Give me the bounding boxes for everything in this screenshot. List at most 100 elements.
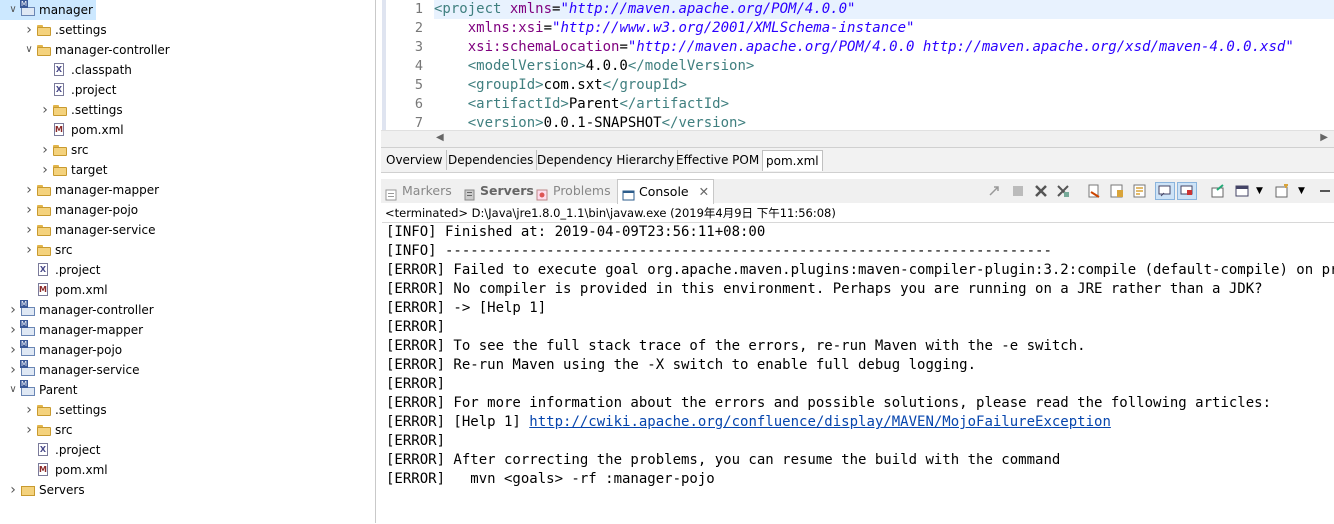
console-line-text: [INFO] Finished at: 2019-04-09T23:56:11+… bbox=[386, 224, 766, 240]
clear-console-icon[interactable] bbox=[1087, 184, 1101, 198]
code-line[interactable]: <groupId>com.sxt</groupId> bbox=[434, 76, 687, 95]
expanded-arrow-icon[interactable]: ∨ bbox=[6, 0, 20, 20]
show-console-stderr-icon[interactable] bbox=[1177, 182, 1197, 200]
expanded-arrow-icon[interactable]: ∨ bbox=[22, 40, 36, 60]
collapsed-arrow-icon[interactable]: › bbox=[22, 240, 36, 260]
tree-item[interactable]: › .settings bbox=[22, 20, 106, 40]
code-token: xmlns:xsi bbox=[434, 20, 544, 36]
collapsed-arrow-icon[interactable]: › bbox=[22, 420, 36, 440]
tree-item[interactable]: .classpath bbox=[38, 60, 132, 80]
tree-item[interactable]: › manager-service bbox=[22, 220, 155, 240]
new-console-view-icon[interactable] bbox=[1275, 183, 1289, 198]
pom-editor[interactable]: 1234567 <project xmlns="http://maven.apa… bbox=[381, 0, 1334, 147]
tree-item[interactable]: .project bbox=[22, 440, 100, 460]
code-token: Parent bbox=[568, 96, 620, 112]
code-line[interactable]: <modelVersion>4.0.0</modelVersion> bbox=[434, 57, 755, 76]
remove-launch-icon[interactable] bbox=[1034, 184, 1048, 198]
tree-item[interactable]: › manager-controller bbox=[6, 300, 154, 320]
collapsed-arrow-icon[interactable]: › bbox=[38, 140, 52, 160]
help-link[interactable]: http://cwiki.apache.org/confluence/displ… bbox=[529, 414, 1111, 430]
collapsed-arrow-icon[interactable]: › bbox=[38, 160, 52, 180]
folder-icon bbox=[36, 240, 52, 260]
code-line[interactable]: <artifactId>Parent</artifactId> bbox=[434, 95, 729, 114]
tree-item[interactable]: › src bbox=[22, 420, 72, 440]
collapsed-arrow-icon[interactable]: › bbox=[6, 300, 20, 320]
tree-item[interactable]: › src bbox=[38, 140, 88, 160]
display-selected-console-icon[interactable] bbox=[1235, 184, 1249, 198]
word-wrap-icon[interactable] bbox=[1133, 184, 1147, 198]
tree-item[interactable]: › target bbox=[38, 160, 107, 180]
tree-item[interactable]: › manager-pojo bbox=[6, 340, 122, 360]
collapsed-arrow-icon[interactable]: › bbox=[22, 200, 36, 220]
tab-console[interactable]: Console ✕ bbox=[617, 179, 715, 204]
code-token: xsi:schemaLocation bbox=[434, 39, 620, 55]
collapsed-arrow-icon[interactable]: › bbox=[6, 340, 20, 360]
remove-all-terminated-icon[interactable] bbox=[1056, 184, 1070, 198]
console-output[interactable]: [INFO] Finished at: 2019-04-09T23:56:11+… bbox=[382, 222, 1334, 524]
terminate-icon[interactable] bbox=[1011, 184, 1025, 198]
tree-item-label: manager-pojo bbox=[55, 203, 139, 217]
tree-item[interactable]: .project bbox=[38, 80, 116, 100]
tree-item[interactable]: › Servers bbox=[6, 480, 84, 500]
tab-dependencies[interactable]: Dependencies bbox=[445, 150, 538, 170]
code-line[interactable]: <version>0.0.1-SNAPSHOT</version> bbox=[434, 114, 746, 130]
collapsed-arrow-icon[interactable]: › bbox=[22, 400, 36, 420]
tree-item[interactable]: › manager-pojo bbox=[22, 200, 138, 220]
tab-overview[interactable]: Overview bbox=[383, 150, 447, 170]
tab-problems[interactable]: Problems bbox=[536, 179, 611, 203]
console-line-text: [ERROR] bbox=[386, 376, 446, 392]
show-console-stdout-icon[interactable] bbox=[1155, 182, 1175, 200]
tree-item[interactable]: ∨ manager-controller bbox=[22, 40, 169, 60]
scroll-right-icon[interactable]: ▶ bbox=[1320, 132, 1328, 143]
expanded-arrow-icon[interactable]: ∨ bbox=[6, 380, 20, 400]
code-token: </artifactId> bbox=[619, 96, 730, 112]
collapsed-arrow-icon[interactable]: › bbox=[22, 20, 36, 40]
tab-effective-pom[interactable]: Effective POM bbox=[673, 150, 764, 170]
collapsed-arrow-icon[interactable]: › bbox=[6, 320, 20, 340]
tree-item[interactable]: › manager-service bbox=[6, 360, 139, 380]
tree-item-label: .classpath bbox=[71, 63, 132, 77]
tree-item[interactable]: ∨ manager bbox=[0, 0, 96, 20]
tree-item[interactable]: › manager-mapper bbox=[22, 180, 159, 200]
code-line[interactable]: xmlns:xsi="http://www.w3.org/2001/XMLSch… bbox=[434, 19, 915, 38]
dropdown-arrow-icon[interactable]: ▼ bbox=[1256, 184, 1270, 198]
collapsed-arrow-icon[interactable]: › bbox=[38, 100, 52, 120]
horizontal-scrollbar[interactable]: ◀ ▶ bbox=[381, 130, 1334, 147]
collapsed-arrow-icon[interactable]: › bbox=[22, 180, 36, 200]
console-line: [ERROR] To see the full stack trace of t… bbox=[386, 337, 1086, 356]
tree-item[interactable]: › src bbox=[22, 240, 72, 260]
tree-item-label: .settings bbox=[71, 103, 123, 117]
tree-item[interactable]: .project bbox=[22, 260, 100, 280]
tree-item-label: pom.xml bbox=[55, 463, 108, 477]
collapsed-arrow-icon[interactable]: › bbox=[6, 360, 20, 380]
console-line: [ERROR] bbox=[386, 318, 445, 337]
xml-file-icon bbox=[36, 260, 52, 280]
console-line: [ERROR] No compiler is provided in this … bbox=[386, 280, 1263, 299]
new-console-dropdown-icon[interactable]: ▼ bbox=[1298, 184, 1312, 198]
minimize-icon[interactable] bbox=[1318, 184, 1332, 198]
collapsed-arrow-icon[interactable]: › bbox=[22, 220, 36, 240]
tree-item[interactable]: pom.xml bbox=[22, 280, 108, 300]
tree-item[interactable]: › .settings bbox=[22, 400, 106, 420]
collapsed-arrow-icon[interactable]: › bbox=[6, 480, 20, 500]
scroll-lock-icon[interactable] bbox=[1110, 184, 1124, 198]
tree-item[interactable]: › manager-mapper bbox=[6, 320, 143, 340]
console-line-text: [ERROR] mvn <goals> -rf :manager-pojo bbox=[386, 471, 715, 487]
code-area[interactable]: <project xmlns="http://maven.apache.org/… bbox=[434, 0, 1334, 130]
tab-servers[interactable]: Servers bbox=[463, 179, 534, 203]
code-line[interactable]: xsi:schemaLocation="http://maven.apache.… bbox=[434, 38, 1294, 57]
console-line-text: [ERROR] After correcting the problems, y… bbox=[386, 452, 1061, 468]
console-line-text: [ERROR] No compiler is provided in this … bbox=[386, 281, 1263, 297]
tree-item[interactable]: › .settings bbox=[38, 100, 123, 120]
open-console-icon[interactable] bbox=[1211, 184, 1225, 198]
code-line[interactable]: <project xmlns="http://maven.apache.org/… bbox=[434, 0, 1334, 19]
tab-pom-xml[interactable]: pom.xml bbox=[762, 150, 823, 171]
tab-dependency-hierarchy[interactable]: Dependency Hierarchy bbox=[534, 150, 679, 170]
close-icon[interactable]: ✕ bbox=[699, 184, 709, 199]
tree-item[interactable]: pom.xml bbox=[38, 120, 124, 140]
pin-console-icon[interactable] bbox=[987, 184, 1001, 198]
tab-markers[interactable]: Markers bbox=[385, 179, 452, 203]
scroll-left-icon[interactable]: ◀ bbox=[436, 132, 444, 143]
tree-item[interactable]: pom.xml bbox=[22, 460, 108, 480]
tree-item[interactable]: ∨ Parent bbox=[6, 380, 77, 400]
